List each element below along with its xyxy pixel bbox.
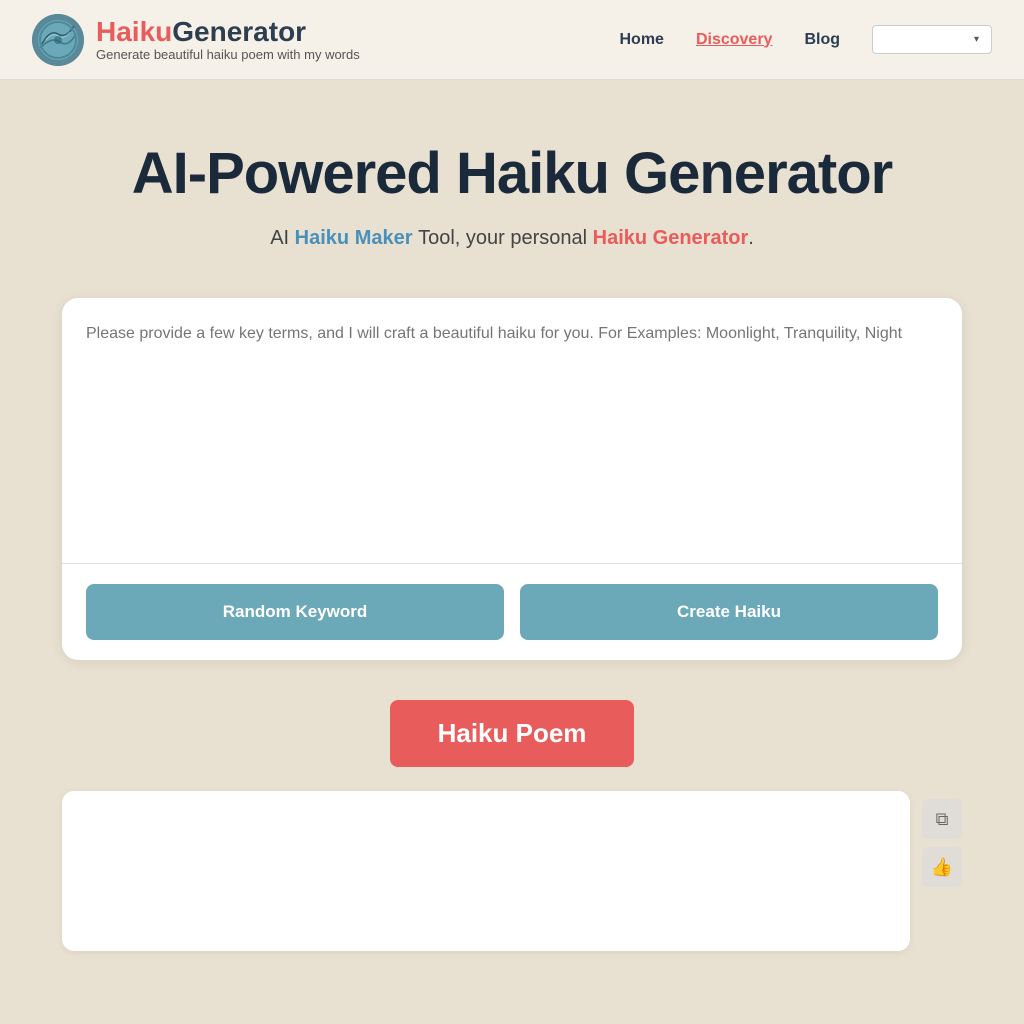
site-header: HaikuGenerator Generate beautiful haiku … <box>0 0 1024 80</box>
nav-language-dropdown[interactable]: ▾ <box>872 25 992 54</box>
copy-button[interactable]: ⧉ <box>922 799 962 839</box>
textarea-wrapper <box>62 298 962 564</box>
poem-output-area: ⧉ 👍 <box>62 791 962 951</box>
hero-suffix: . <box>748 227 754 249</box>
haiku-poem-section: Haiku Poem <box>40 700 984 767</box>
like-button[interactable]: 👍 <box>922 847 962 887</box>
main-content: AI-Powered Haiku Generator AI Haiku Make… <box>0 80 1024 991</box>
haiku-poem-badge: Haiku Poem <box>390 700 635 767</box>
haiku-generator-link[interactable]: Haiku Generator <box>593 227 749 249</box>
page-title: AI-Powered Haiku Generator <box>40 140 984 207</box>
nav-discovery[interactable]: Discovery <box>696 31 773 49</box>
create-haiku-button[interactable]: Create Haiku <box>520 584 938 640</box>
like-icon: 👍 <box>931 857 953 878</box>
logo-text: HaikuGenerator Generate beautiful haiku … <box>96 17 360 63</box>
random-keyword-button[interactable]: Random Keyword <box>86 584 504 640</box>
poem-actions: ⧉ 👍 <box>922 791 962 887</box>
nav-blog[interactable]: Blog <box>804 31 840 49</box>
haiku-maker-link[interactable]: Haiku Maker <box>295 227 413 249</box>
logo-subtitle: Generate beautiful haiku poem with my wo… <box>96 47 360 62</box>
logo-generator: Generator <box>172 16 306 47</box>
nav-home[interactable]: Home <box>620 31 664 49</box>
keywords-input[interactable] <box>86 322 938 542</box>
hero-middle: Tool, your personal <box>418 227 587 249</box>
logo-title: HaikuGenerator <box>96 17 360 48</box>
logo-haiku: Haiku <box>96 16 172 47</box>
main-nav: Home Discovery Blog ▾ <box>620 25 993 54</box>
logo-area: HaikuGenerator Generate beautiful haiku … <box>32 14 360 66</box>
copy-icon: ⧉ <box>936 809 949 830</box>
button-row: Random Keyword Create Haiku <box>62 564 962 660</box>
chevron-down-icon: ▾ <box>974 34 979 45</box>
hero-subtitle: AI Haiku Maker Tool, your personal Haiku… <box>40 227 984 250</box>
logo-icon <box>32 14 84 66</box>
input-card: Random Keyword Create Haiku <box>62 298 962 660</box>
poem-card <box>62 791 910 951</box>
hero-prefix: AI <box>270 227 289 249</box>
